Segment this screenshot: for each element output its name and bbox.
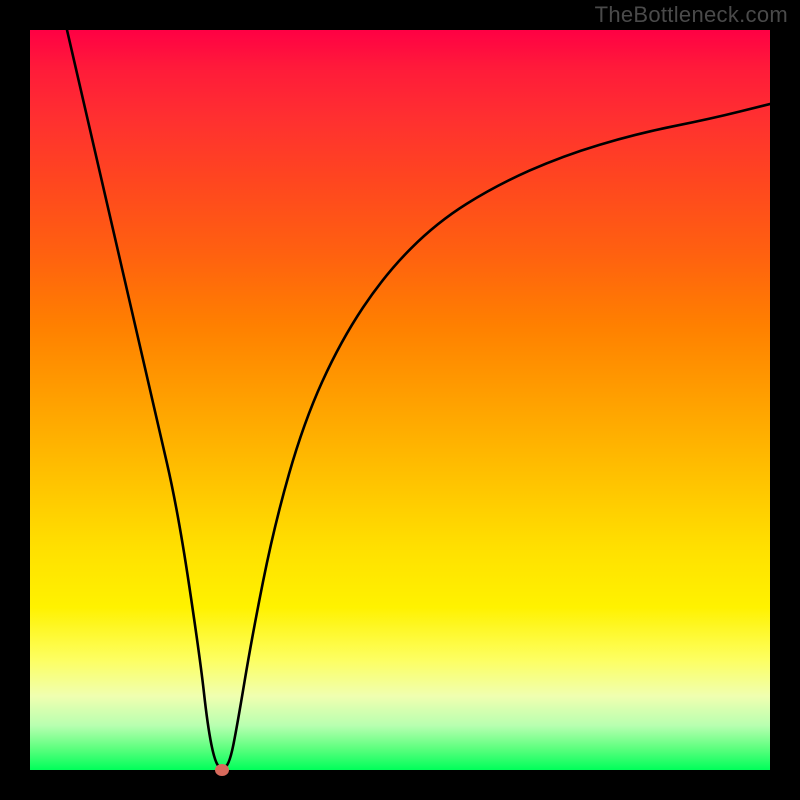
gradient-plot-area — [30, 30, 770, 770]
chart-frame: TheBottleneck.com — [0, 0, 800, 800]
watermark-text: TheBottleneck.com — [595, 2, 788, 28]
minimum-marker — [215, 764, 229, 776]
